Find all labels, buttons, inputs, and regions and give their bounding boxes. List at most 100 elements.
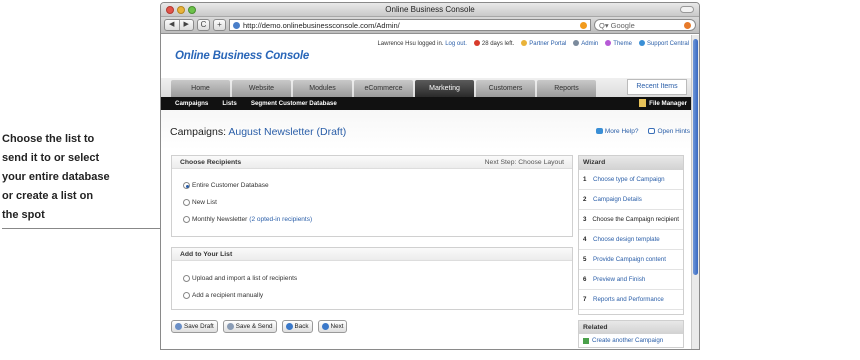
search-placeholder: Google xyxy=(610,20,635,30)
subnav-lists[interactable]: Lists xyxy=(222,100,236,107)
option-monthly-newsletter-note[interactable]: (2 opted-in recipients) xyxy=(249,216,312,223)
annotation-line-2: send it to or select xyxy=(2,152,100,164)
theme-label: Theme xyxy=(613,41,632,47)
search-field[interactable]: Q▾ Google xyxy=(594,19,696,31)
next-arrow-icon xyxy=(321,323,329,330)
tab-modules[interactable]: Modules xyxy=(293,80,352,97)
wizard-step-label: Choose type of Campaign xyxy=(593,176,665,183)
hints-icon xyxy=(648,128,656,134)
wizard-step-label: Choose the Campaign recipient xyxy=(592,216,679,223)
next-label: Next xyxy=(330,323,344,330)
choose-recipients-header: Choose Recipients Next Step: Choose Layo… xyxy=(172,156,572,169)
add-icon xyxy=(583,337,589,344)
reload-button[interactable]: C xyxy=(197,19,210,31)
page-title-prefix: Campaigns: xyxy=(170,126,227,138)
wizard-step-2[interactable]: 2 Campaign Details xyxy=(579,190,683,210)
wizard-step-7[interactable]: 7 Reports and Performance xyxy=(579,290,683,310)
radio-new-list[interactable] xyxy=(183,199,190,206)
option-monthly-newsletter[interactable]: Monthly Newsletter (2 opted-in recipient… xyxy=(183,216,312,223)
wizard-step-6[interactable]: 6 Preview and Finish xyxy=(579,270,683,290)
days-left-text: 28 days left. xyxy=(481,41,515,47)
close-window-button[interactable] xyxy=(166,6,174,14)
support-link[interactable]: Support Central xyxy=(638,40,689,47)
wizard-step-4[interactable]: 4 Choose design template xyxy=(579,230,683,250)
save-draft-label: Save Draft xyxy=(184,323,214,330)
tab-reports[interactable]: Reports xyxy=(537,80,596,97)
folder-icon xyxy=(639,99,647,107)
next-button[interactable]: Next xyxy=(317,320,348,333)
annotation-line-3: your entire database xyxy=(2,171,110,183)
open-hints-link[interactable]: Open Hints xyxy=(648,128,690,135)
support-icon xyxy=(638,40,645,46)
toolbar-toggle-button[interactable] xyxy=(680,6,694,13)
open-hints-label: Open Hints xyxy=(657,128,690,135)
save-draft-button[interactable]: Save Draft xyxy=(171,320,218,333)
help-icon xyxy=(595,128,603,134)
wizard-step-number: 7 xyxy=(583,296,587,303)
scrollbar-thumb[interactable] xyxy=(693,39,698,275)
radio-entire-database[interactable] xyxy=(183,182,190,189)
address-bar-url: http://demo.onlinebusinessconsole.com/Ad… xyxy=(243,20,400,30)
send-icon xyxy=(226,323,234,330)
partner-portal-link[interactable]: Partner Portal xyxy=(521,40,566,47)
title-bar: Online Business Console xyxy=(161,3,699,17)
wizard-step-label: Preview and Finish xyxy=(593,276,646,283)
option-new-list[interactable]: New List xyxy=(183,199,217,206)
rss-icon[interactable] xyxy=(580,21,587,29)
radio-upload-list[interactable] xyxy=(183,275,190,282)
wizard-step-5[interactable]: 5 Provide Campaign content xyxy=(579,250,683,270)
option-add-manually[interactable]: Add a recipient manually xyxy=(183,292,263,299)
subnav-segment[interactable]: Segment Customer Database xyxy=(251,100,337,107)
user-text: Lawrence Hsu logged in. xyxy=(377,40,444,47)
window-controls xyxy=(166,6,196,14)
search-engine-icon xyxy=(684,21,691,29)
zoom-window-button[interactable] xyxy=(188,6,196,14)
option-new-list-label: New List xyxy=(192,199,217,206)
save-send-button[interactable]: Save & Send xyxy=(222,320,277,333)
option-entire-database[interactable]: Entire Customer Database xyxy=(183,182,269,189)
user-bar: Lawrence Hsu logged in. Log out. 28 days… xyxy=(377,40,689,47)
vertical-scrollbar[interactable] xyxy=(691,35,699,349)
choose-recipients-heading: Choose Recipients xyxy=(180,159,242,166)
wizard-step-label: Campaign Details xyxy=(593,196,642,203)
tab-website[interactable]: Website xyxy=(232,80,291,97)
wizard-step-3-current: 3 Choose the Campaign recipient xyxy=(579,210,683,230)
back-icon[interactable]: ◀ xyxy=(165,20,180,30)
annotation-line-5: the spot xyxy=(2,209,45,221)
tab-ecommerce[interactable]: eCommerce xyxy=(354,80,413,97)
subnav-campaigns[interactable]: Campaigns xyxy=(175,100,208,107)
minimize-window-button[interactable] xyxy=(177,6,185,14)
forward-icon[interactable]: ▶ xyxy=(180,20,194,30)
more-help-link[interactable]: More Help? xyxy=(595,128,638,135)
app-logo[interactable]: Online Business Console xyxy=(175,50,309,62)
option-upload-list-label: Upload and import a list of recipients xyxy=(192,275,298,282)
tab-home[interactable]: Home xyxy=(171,80,230,97)
wizard-step-number: 2 xyxy=(583,196,587,203)
add-to-list-panel: Add to Your List Upload and import a lis… xyxy=(171,247,573,310)
related-panel: Related Create another Campaign xyxy=(578,320,684,348)
wizard-step-1[interactable]: 1 Choose type of Campaign xyxy=(579,170,683,190)
radio-add-manually[interactable] xyxy=(183,292,190,299)
next-step-label: Next Step: Choose Layout xyxy=(484,159,564,166)
add-bookmark-button[interactable]: + xyxy=(213,19,226,31)
wizard-step-number: 1 xyxy=(583,176,587,183)
save-icon xyxy=(175,323,182,330)
recent-items-button[interactable]: Recent Items xyxy=(627,79,687,95)
palette-icon xyxy=(605,40,612,46)
option-upload-list[interactable]: Upload and import a list of recipients xyxy=(183,275,297,282)
annotation-pointer xyxy=(2,228,176,229)
main-tabs: Home Website Modules eCommerce Marketing… xyxy=(171,80,596,97)
radio-monthly-newsletter[interactable] xyxy=(183,216,190,223)
partner-portal-label: Partner Portal xyxy=(529,41,567,47)
tab-marketing[interactable]: Marketing xyxy=(415,80,474,97)
admin-link[interactable]: Admin xyxy=(573,40,598,47)
tab-customers[interactable]: Customers xyxy=(476,80,535,97)
logout-link[interactable]: Log out. xyxy=(445,41,467,47)
create-campaign-link[interactable]: Create another Campaign xyxy=(579,334,683,347)
file-manager-link[interactable]: File Manager xyxy=(639,99,687,107)
back-button[interactable]: Back xyxy=(281,320,313,333)
address-bar[interactable]: http://demo.onlinebusinessconsole.com/Ad… xyxy=(229,19,591,31)
wizard-step-number: 6 xyxy=(583,276,587,283)
wizard-step-number: 4 xyxy=(583,236,587,243)
theme-link[interactable]: Theme xyxy=(605,40,632,47)
